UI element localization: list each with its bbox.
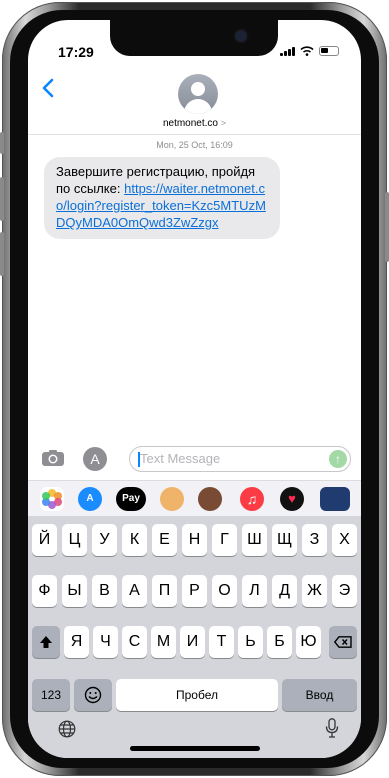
- message-bubble[interactable]: Завершите регистрацию, пройдя по ссылке:…: [44, 157, 280, 239]
- key-row2-10[interactable]: Ж: [302, 575, 327, 607]
- key-row2-11[interactable]: Э: [332, 575, 357, 607]
- key-row1-5[interactable]: Е: [152, 524, 177, 556]
- message-input[interactable]: Text Message ↑: [129, 446, 351, 472]
- battery-icon: [319, 46, 339, 56]
- key-row1-4[interactable]: К: [122, 524, 147, 556]
- camera-icon[interactable]: [42, 450, 64, 466]
- apple-pay-icon[interactable]: Pay: [116, 487, 146, 511]
- delete-key[interactable]: [329, 626, 357, 658]
- keyboard: ЙЦУКЕНГШЩЗХ ФЫВАПРОЛДЖЭ ЯЧСМИТЬБЮ 123 Пр…: [28, 516, 361, 758]
- more-apps-icon[interactable]: [320, 487, 350, 511]
- memoji-icon[interactable]: [160, 487, 184, 511]
- composer-bar: A Text Message ↑: [28, 442, 361, 478]
- contact-name-label: netmonet.co: [162, 118, 218, 129]
- key-row3-2[interactable]: Ч: [93, 626, 118, 658]
- volume-up-button: [0, 177, 4, 221]
- power-button: [385, 192, 389, 262]
- key-row1-1[interactable]: Й: [32, 524, 57, 556]
- key-row3-4[interactable]: М: [151, 626, 176, 658]
- key-row2-3[interactable]: В: [92, 575, 117, 607]
- key-row1-2[interactable]: Ц: [62, 524, 87, 556]
- key-row3-1[interactable]: Я: [64, 626, 89, 658]
- numbers-key[interactable]: 123: [32, 679, 70, 711]
- music-icon[interactable]: ♫: [240, 487, 264, 511]
- contact-avatar[interactable]: [178, 74, 218, 114]
- key-row1-10[interactable]: З: [302, 524, 327, 556]
- back-button[interactable]: [42, 78, 54, 103]
- shift-key[interactable]: [32, 626, 60, 658]
- app-store-icon[interactable]: A: [83, 447, 107, 471]
- key-row3-3[interactable]: С: [122, 626, 147, 658]
- volume-down-button: [0, 232, 4, 276]
- emoji-icon: [84, 686, 102, 704]
- status-time: 17:29: [58, 44, 94, 60]
- chevron-right-icon: >: [220, 118, 227, 128]
- message-date: Mon, 25 Oct, 16:09: [156, 140, 233, 150]
- key-row1-7[interactable]: Г: [212, 524, 237, 556]
- messages-screen: 17:29 netmonet.co > Mon, 25 Oct, 16:09 З…: [28, 20, 361, 758]
- notch: [110, 20, 278, 56]
- text-caret: [138, 452, 140, 467]
- delete-icon: [333, 636, 352, 648]
- globe-icon[interactable]: [58, 720, 76, 738]
- key-row2-4[interactable]: А: [122, 575, 147, 607]
- arrow-up-icon[interactable]: ↑: [329, 450, 347, 468]
- space-key[interactable]: Пробел: [116, 679, 278, 711]
- app-drawer: A Pay ♫ ♥: [28, 480, 361, 517]
- app-store-drawer-icon[interactable]: A: [78, 487, 102, 511]
- key-row2-2[interactable]: Ы: [62, 575, 87, 607]
- key-row1-3[interactable]: У: [92, 524, 117, 556]
- key-row2-6[interactable]: Р: [182, 575, 207, 607]
- key-row3-8[interactable]: Б: [267, 626, 292, 658]
- digital-touch-icon[interactable]: ♥: [280, 487, 304, 511]
- cellular-signal-icon: [280, 46, 295, 56]
- message-input-placeholder: Text Message: [140, 451, 221, 466]
- contact-name[interactable]: netmonet.co >: [28, 118, 361, 129]
- key-row3-9[interactable]: Ю: [296, 626, 321, 658]
- header-divider: [28, 134, 361, 135]
- status-icons: [280, 46, 339, 56]
- shift-icon: [40, 636, 52, 648]
- key-row2-9[interactable]: Д: [272, 575, 297, 607]
- key-row2-8[interactable]: Л: [242, 575, 267, 607]
- animoji-icon[interactable]: [198, 487, 222, 511]
- chevron-left-icon: [42, 78, 54, 98]
- silent-switch: [0, 132, 4, 154]
- key-row1-9[interactable]: Щ: [272, 524, 297, 556]
- key-row3-7[interactable]: Ь: [238, 626, 263, 658]
- key-row3-5[interactable]: И: [180, 626, 205, 658]
- home-indicator[interactable]: [130, 746, 260, 751]
- front-camera: [235, 30, 247, 42]
- return-key[interactable]: Ввод: [282, 679, 357, 711]
- key-row2-1[interactable]: Ф: [32, 575, 57, 607]
- microphone-icon[interactable]: [325, 718, 339, 738]
- key-row1-6[interactable]: Н: [182, 524, 207, 556]
- key-row3-6[interactable]: Т: [209, 626, 234, 658]
- key-row1-8[interactable]: Ш: [242, 524, 267, 556]
- wifi-icon: [300, 46, 314, 56]
- photos-icon[interactable]: [40, 487, 64, 511]
- key-row1-11[interactable]: Х: [332, 524, 357, 556]
- key-row2-5[interactable]: П: [152, 575, 177, 607]
- key-row2-7[interactable]: О: [212, 575, 237, 607]
- emoji-key[interactable]: [74, 679, 112, 711]
